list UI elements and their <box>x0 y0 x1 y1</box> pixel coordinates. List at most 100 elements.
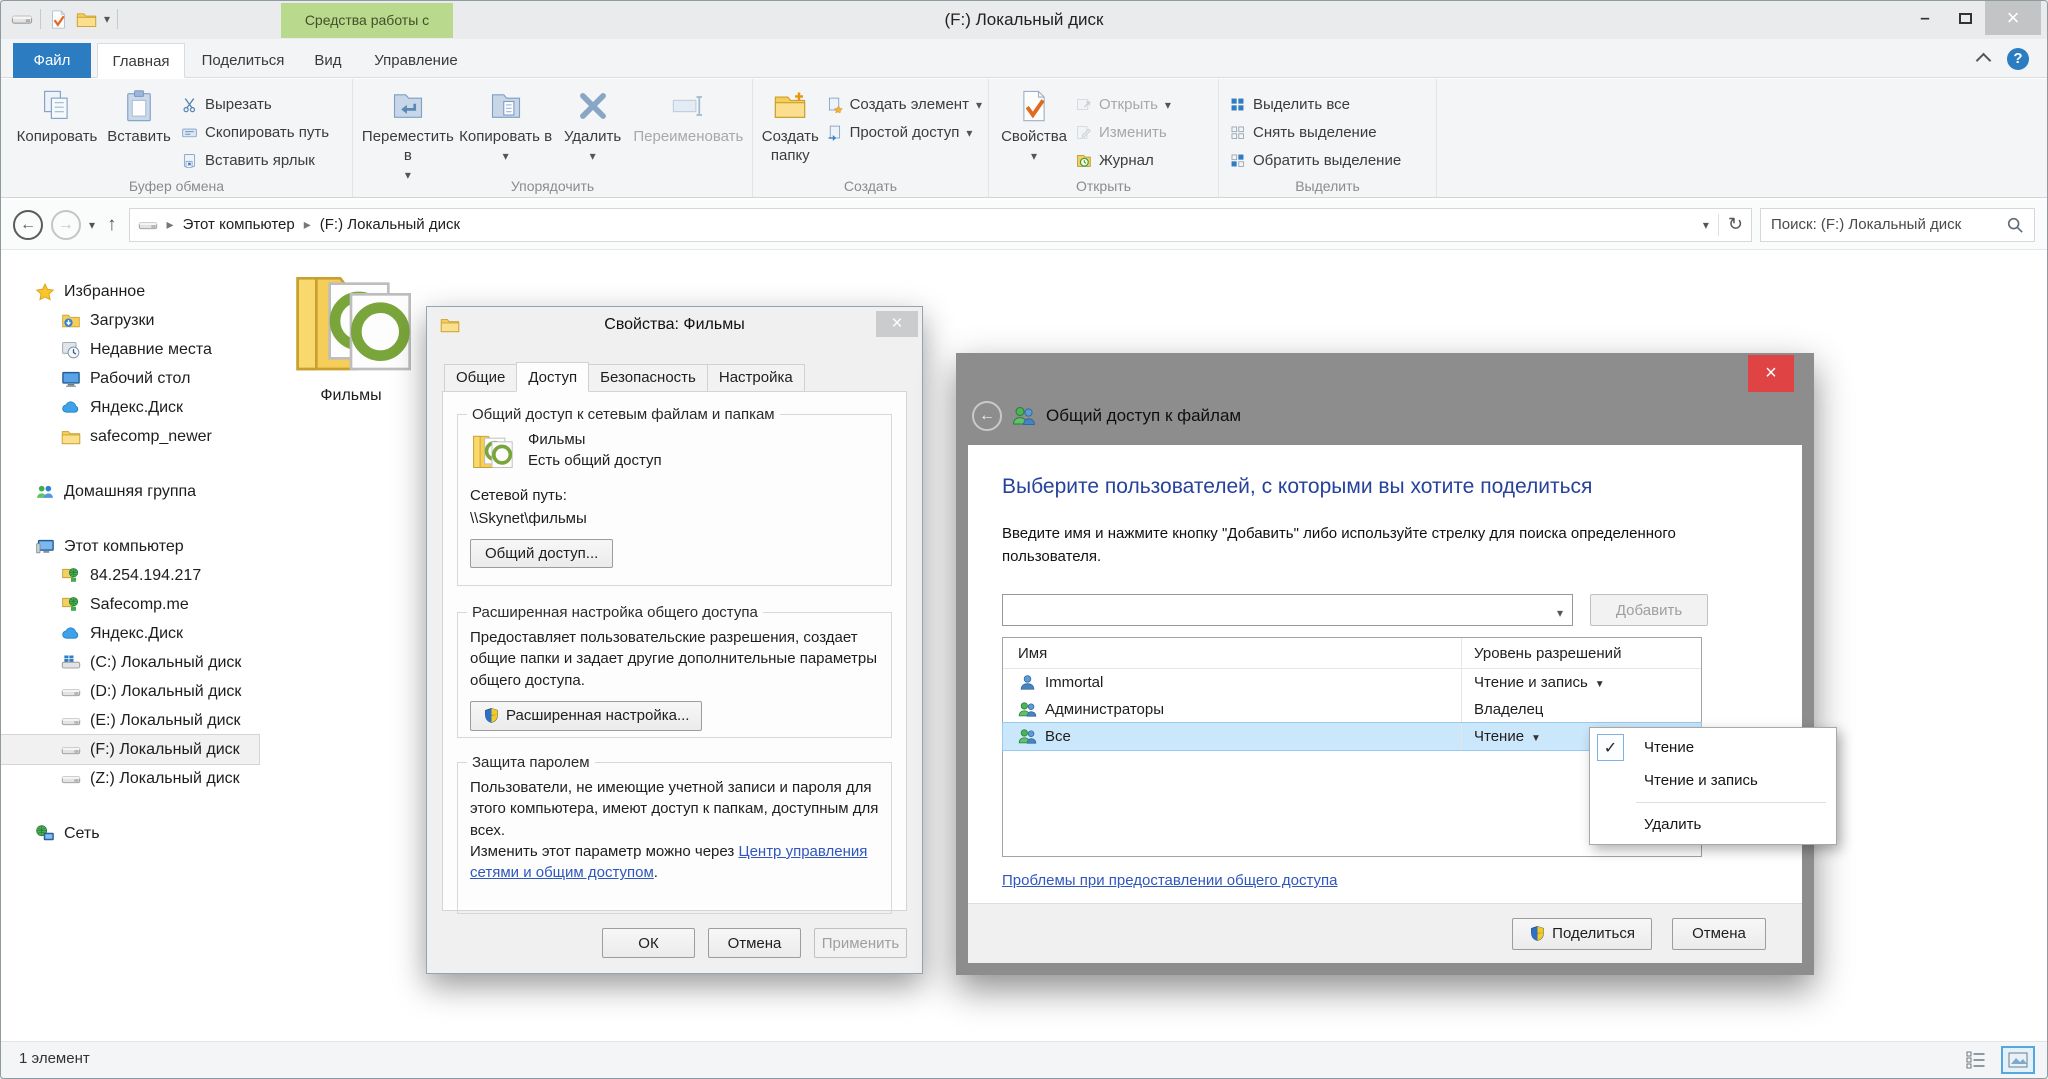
share-access-button[interactable]: Общий доступ... <box>470 539 613 568</box>
sidebar-item-drive-z[interactable]: (Z:) Локальный диск <box>1 764 259 793</box>
breadcrumb[interactable]: Этот компьютер (F:) Локальный диск <box>129 208 1752 242</box>
rename-button[interactable]: Переименовать <box>631 83 746 147</box>
breadcrumb-item-computer[interactable]: Этот компьютер <box>183 216 295 233</box>
menu-item-read-write[interactable]: Чтение и запись <box>1590 764 1836 797</box>
ribbon: Копировать Вставить Вырезать Скопировать… <box>1 79 2047 198</box>
copy-to-button[interactable]: Копировать в <box>457 83 555 166</box>
permission-caret-icon[interactable] <box>1595 674 1605 691</box>
select-all-button[interactable]: Выделить все <box>1229 93 1401 116</box>
search-input[interactable]: Поиск: (F:) Локальный диск <box>1760 208 2035 242</box>
paste-shortcut-button[interactable]: Вставить ярлык <box>181 149 329 172</box>
edit-button[interactable]: Изменить <box>1075 121 1171 144</box>
menu-item-read[interactable]: Чтение <box>1590 731 1836 764</box>
sidebar-item-homegroup[interactable]: Домашняя группа <box>1 477 259 506</box>
sidebar-label: safecomp_newer <box>90 428 212 446</box>
sidebar-item-yandex-disk[interactable]: Яндекс.Диск <box>1 393 259 422</box>
advanced-sharing-button[interactable]: Расширенная настройка... <box>470 701 702 731</box>
sidebar-item-yandex-disk-2[interactable]: Яндекс.Диск <box>1 619 259 648</box>
collapse-ribbon-icon[interactable] <box>1976 53 1992 69</box>
permission-caret-icon[interactable] <box>1531 728 1541 745</box>
add-button[interactable]: Добавить <box>1590 594 1708 626</box>
combobox-caret-icon[interactable] <box>1557 604 1563 622</box>
sharing-cancel-button[interactable]: Отмена <box>1672 918 1766 950</box>
new-item-button[interactable]: Создать элемент <box>826 93 982 116</box>
sidebar-item-ip-84[interactable]: 84.254.194.217 <box>1 561 259 590</box>
minimize-button[interactable] <box>1905 1 1945 35</box>
sidebar-item-drive-f[interactable]: (F:) Локальный диск <box>1 735 259 764</box>
user-icon <box>1018 673 1037 692</box>
uac-shield-icon <box>483 707 500 724</box>
copy-path-button[interactable]: Скопировать путь <box>181 121 329 144</box>
maximize-button[interactable] <box>1945 1 1985 35</box>
select-none-button[interactable]: Снять выделение <box>1229 121 1401 144</box>
user-combobox[interactable] <box>1002 594 1573 626</box>
copy-to-label: Копировать в <box>459 128 552 147</box>
address-dropdown-caret-icon[interactable] <box>1703 216 1709 233</box>
ribbon-group-organize: Переместить в Копировать в Удалить Переи… <box>353 79 753 197</box>
sidebar-item-this-pc[interactable]: Этот компьютер <box>1 532 259 561</box>
apply-button[interactable]: Применить <box>814 928 907 958</box>
tab-sharing[interactable]: Доступ <box>516 362 589 392</box>
column-header-name[interactable]: Имя <box>1003 638 1461 668</box>
table-row[interactable]: Администраторы Владелец <box>1003 696 1701 723</box>
sidebar-item-drive-e[interactable]: (E:) Локальный диск <box>1 706 259 735</box>
ok-button[interactable]: ОК <box>602 928 695 958</box>
folder-tile-films[interactable]: Фильмы <box>273 257 429 405</box>
cut-icon <box>181 96 198 113</box>
paste-button[interactable]: Вставить <box>103 83 175 147</box>
column-header-permission[interactable]: Уровень разрешений <box>1461 638 1701 668</box>
up-button[interactable] <box>103 214 121 236</box>
history-button[interactable]: Журнал <box>1075 149 1171 172</box>
drive-icon <box>11 8 33 30</box>
sidebar-item-drive-c[interactable]: (C:) Локальный диск <box>1 648 259 677</box>
forward-button[interactable] <box>51 210 81 240</box>
sidebar-item-desktop[interactable]: Рабочий стол <box>1 364 259 393</box>
thumbnails-view-button[interactable] <box>2001 1046 2035 1074</box>
cancel-button[interactable]: Отмена <box>708 928 801 958</box>
back-button[interactable] <box>13 210 43 240</box>
sidebar-item-drive-d[interactable]: (D:) Локальный диск <box>1 677 259 706</box>
tab-manage[interactable]: Управление <box>361 43 471 78</box>
user-combobox-input[interactable] <box>1003 595 1572 625</box>
cut-button[interactable]: Вырезать <box>181 93 329 116</box>
back-button[interactable] <box>972 401 1002 431</box>
table-row[interactable]: Immortal Чтение и запись <box>1003 669 1701 696</box>
properties-button[interactable]: Свойства <box>995 83 1073 166</box>
breadcrumb-item-drive[interactable]: (F:) Локальный диск <box>320 216 460 233</box>
tab-general[interactable]: Общие <box>444 364 517 394</box>
new-folder-button[interactable]: Создать папку <box>759 83 822 166</box>
move-to-button[interactable]: Переместить в <box>359 83 457 184</box>
sharing-close-button[interactable] <box>1748 355 1794 392</box>
delete-button[interactable]: Удалить <box>554 83 630 166</box>
tab-home[interactable]: Главная <box>97 43 185 78</box>
tab-file[interactable]: Файл <box>13 43 91 78</box>
easy-access-button[interactable]: Простой доступ <box>826 121 982 144</box>
properties-close-button[interactable] <box>876 311 918 337</box>
recent-locations-caret-icon[interactable] <box>89 216 95 233</box>
recent-places-icon <box>61 340 81 360</box>
sidebar-item-safecomp-newer[interactable]: safecomp_newer <box>1 422 259 451</box>
tab-share[interactable]: Поделиться <box>191 43 295 78</box>
sidebar-item-safecomp-me[interactable]: Safecomp.me <box>1 590 259 619</box>
tab-view[interactable]: Вид <box>299 43 357 78</box>
sidebar-item-recent-places[interactable]: Недавние места <box>1 335 259 364</box>
details-view-button[interactable] <box>1959 1046 1993 1074</box>
open-button[interactable]: Открыть <box>1075 93 1171 116</box>
close-button[interactable] <box>1985 1 2041 35</box>
tab-security[interactable]: Безопасность <box>588 364 708 394</box>
sharing-problems-link[interactable]: Проблемы при предоставлении общего досту… <box>1002 872 1338 889</box>
properties-quick-icon[interactable] <box>48 9 69 30</box>
refresh-icon[interactable] <box>1728 214 1743 235</box>
help-icon[interactable] <box>2007 48 2029 70</box>
sidebar-item-downloads[interactable]: Загрузки <box>1 306 259 335</box>
folder-quick-icon[interactable] <box>76 9 97 30</box>
copy-button[interactable]: Копировать <box>11 83 103 147</box>
menu-item-remove[interactable]: Удалить <box>1590 808 1836 841</box>
sidebar-item-favorites[interactable]: Избранное <box>1 277 259 306</box>
invert-selection-button[interactable]: Обратить выделение <box>1229 149 1401 172</box>
share-button[interactable]: Поделиться <box>1512 918 1652 950</box>
tab-customize[interactable]: Настройка <box>707 364 805 394</box>
sidebar-item-network[interactable]: Сеть <box>1 819 259 848</box>
qat-customize-caret-icon[interactable] <box>104 10 110 28</box>
easy-access-label: Простой доступ <box>850 124 960 141</box>
